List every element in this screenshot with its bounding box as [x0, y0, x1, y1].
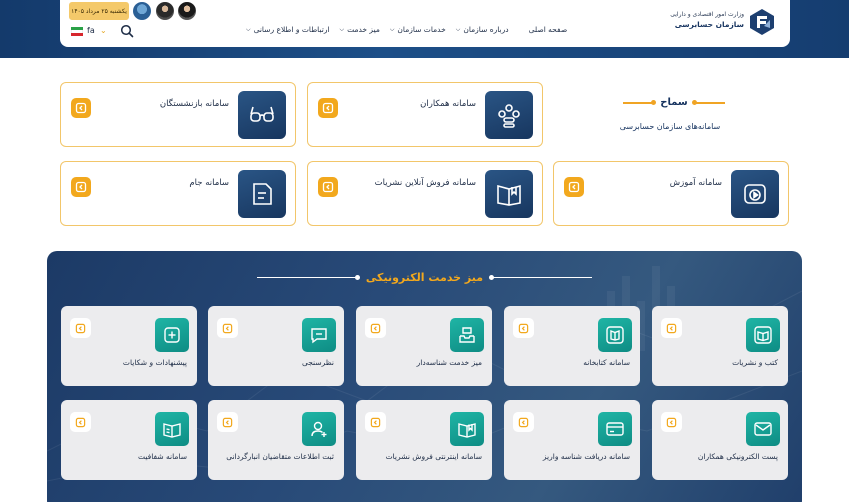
arrow-left-icon[interactable]: [564, 177, 584, 197]
arrow-left-icon[interactable]: [217, 318, 238, 338]
heading-divider: [691, 99, 725, 105]
seal-avatar[interactable]: [133, 2, 151, 20]
arrow-left-icon[interactable]: [661, 412, 682, 432]
samah-subtitle: سامانه‌های سازمان حسابرسی: [619, 122, 721, 131]
document-icon: [238, 170, 286, 218]
official-avatar-2[interactable]: [178, 2, 196, 20]
language-selector[interactable]: fa: [87, 26, 95, 35]
service-tile-transparency[interactable]: سامانه شفافیت: [61, 400, 197, 480]
book-icon: [485, 170, 533, 218]
arrow-left-icon[interactable]: [70, 318, 91, 338]
service-tile-label: میز خدمت شناسه‌دار: [416, 358, 482, 367]
arrow-left-icon[interactable]: [318, 177, 338, 197]
arrow-left-icon[interactable]: [318, 98, 338, 118]
system-card-label: سامانه جام: [189, 178, 229, 188]
system-card-jam[interactable]: سامانه جام: [60, 161, 296, 226]
service-tile-staff-email[interactable]: پست الکترونیکی همکاران: [652, 400, 788, 480]
mail-icon: [746, 412, 780, 446]
service-tile-label: سامانه شفافیت: [138, 452, 187, 461]
chevron-down-icon: ⌵: [455, 25, 461, 33]
heading-divider: [257, 275, 360, 280]
team-icon: [485, 91, 533, 139]
transparency-book-icon: [155, 412, 189, 446]
service-tile-label: سامانه اینترنتی فروش نشریات: [385, 452, 482, 461]
arrow-left-icon[interactable]: [70, 412, 91, 432]
service-tile-label: سامانه کتابخانه: [583, 358, 630, 367]
arrow-left-icon[interactable]: [71, 177, 91, 197]
system-card-label: سامانه بازنشستگان: [159, 99, 229, 109]
service-tile-online-publication-sales[interactable]: سامانه اینترنتی فروش نشریات: [356, 400, 492, 480]
system-card-training[interactable]: سامانه آموزش: [553, 161, 789, 226]
service-tile-label: پست الکترونیکی همکاران: [697, 452, 778, 461]
plus-icon: [155, 318, 189, 352]
service-tile-library[interactable]: سامانه کتابخانه: [504, 306, 640, 386]
service-tile-label: ثبت اطلاعات متقاضیان انبارگردانی: [226, 452, 334, 461]
inbox-icon: [450, 318, 484, 352]
service-tile-label: نظرسنجی: [301, 358, 334, 367]
arrow-left-icon[interactable]: [365, 318, 386, 338]
nav-service-desk[interactable]: میز خدمت ⌵: [340, 25, 380, 34]
service-tile-deposit-id[interactable]: سامانه دریافت شناسه واریز: [504, 400, 640, 480]
chevron-down-icon[interactable]: ⌄: [100, 26, 107, 35]
chevron-down-icon: ⌵: [389, 25, 395, 33]
service-tile-survey[interactable]: نظرسنجی: [208, 306, 344, 386]
iran-flag-icon[interactable]: [71, 27, 83, 36]
user-add-icon: [302, 412, 336, 446]
arrow-left-icon[interactable]: [661, 318, 682, 338]
organization-name[interactable]: وزارت امور اقتصادی و دارایی سازمان حسابر…: [670, 11, 744, 29]
heading-divider: [623, 99, 657, 105]
service-tile-books[interactable]: کتب و نشریات: [652, 306, 788, 386]
nav-home[interactable]: صفحه اصلی: [529, 25, 568, 34]
video-play-icon: [731, 170, 779, 218]
nav-services[interactable]: خدمات سازمان ⌵: [390, 25, 446, 34]
samah-heading: سماح: [618, 97, 730, 108]
service-tile-label: کتب و نشریات: [732, 358, 778, 367]
chevron-down-icon: ⌵: [339, 25, 345, 33]
desk-heading: میز خدمت الکترونیکی: [257, 271, 592, 284]
official-avatar-1[interactable]: [156, 2, 174, 20]
arrow-left-icon[interactable]: [513, 318, 534, 338]
glasses-icon: [238, 91, 286, 139]
date-badge: یکشنبه ۲۵ مرداد ۱۴۰۵: [69, 2, 129, 20]
chevron-down-icon: ⌵: [246, 25, 251, 33]
system-card-label: سامانه فروش آنلاین نشریات: [374, 178, 476, 188]
system-card-label: سامانه همکاران: [420, 99, 476, 109]
service-tile-label: سامانه دریافت شناسه واریز: [542, 452, 630, 461]
arrow-left-icon[interactable]: [217, 412, 238, 432]
service-tile-suggestions[interactable]: پیشنهادات و شکایات: [61, 306, 197, 386]
service-tile-inventory-applicants[interactable]: ثبت اطلاعات متقاضیان انبارگردانی: [208, 400, 344, 480]
service-tile-identified-desk[interactable]: میز خدمت شناسه‌دار: [356, 306, 492, 386]
chat-icon: [302, 318, 336, 352]
system-card-label: سامانه آموزش: [669, 178, 722, 188]
card-icon: [598, 412, 632, 446]
system-card-colleagues[interactable]: سامانه همکاران: [307, 82, 543, 147]
arrow-left-icon[interactable]: [365, 412, 386, 432]
organization-logo-icon[interactable]: [748, 8, 776, 36]
open-book-icon: [746, 318, 780, 352]
heading-divider: [489, 275, 592, 280]
header-bar: یکشنبه ۲۵ مرداد ۱۴۰۵ fa ⌄ صفحه اصلی دربا…: [60, 0, 790, 47]
bookmark-book-icon: [450, 412, 484, 446]
arrow-left-icon[interactable]: [71, 98, 91, 118]
library-icon: [598, 318, 632, 352]
nav-about[interactable]: درباره سازمان ⌵: [456, 25, 509, 34]
main-nav: صفحه اصلی درباره سازمان ⌵ خدمات سازمان ⌵ م…: [246, 25, 567, 34]
arrow-left-icon[interactable]: [513, 412, 534, 432]
search-icon[interactable]: [120, 24, 134, 38]
nav-communications[interactable]: ارتباطات و اطلاع رسانی ⌵: [246, 25, 330, 34]
system-card-retirees[interactable]: سامانه بازنشستگان: [60, 82, 296, 147]
system-card-online-publications[interactable]: سامانه فروش آنلاین نشریات: [307, 161, 543, 226]
service-tile-label: پیشنهادات و شکایات: [122, 358, 187, 367]
